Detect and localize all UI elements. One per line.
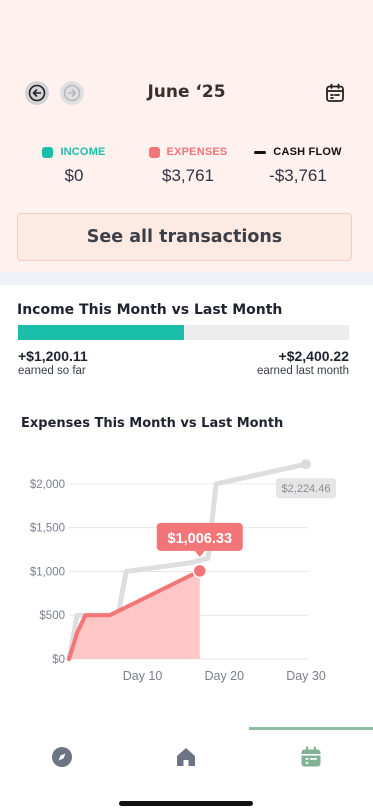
y-tick-label: $2,000 bbox=[30, 479, 65, 491]
cash-flow-stat[interactable]: CASH FLOW -$3,761 bbox=[246, 144, 350, 186]
series-end-label-this-month: $1,006.33 bbox=[168, 531, 233, 547]
calendar-button[interactable] bbox=[324, 82, 346, 104]
summary-panel: June ‘25 INCOME $0 EXPENSES $3,761 CASH … bbox=[0, 0, 373, 272]
x-tick-label: Day 10 bbox=[123, 669, 163, 683]
series-end-point-this-month bbox=[192, 563, 208, 579]
arrow-left-icon bbox=[28, 84, 46, 102]
income-compare-title: Income This Month vs Last Month bbox=[17, 302, 283, 318]
cash-flow-value: -$3,761 bbox=[269, 166, 327, 185]
previous-month-button[interactable] bbox=[25, 81, 49, 105]
x-tick-label: Day 30 bbox=[286, 669, 326, 683]
y-tick-label: $1,000 bbox=[30, 566, 65, 578]
income-stat[interactable]: INCOME $0 bbox=[22, 144, 126, 186]
income-value: $0 bbox=[64, 166, 84, 185]
tab-explore[interactable] bbox=[49, 744, 75, 770]
y-tick-label: $0 bbox=[52, 654, 65, 666]
calendar-icon bbox=[326, 83, 344, 102]
y-tick-label: $1,500 bbox=[30, 523, 65, 535]
series-end-badge-pointer bbox=[194, 550, 205, 557]
expenses-legend-swatch bbox=[148, 146, 160, 158]
income-label: INCOME bbox=[60, 146, 106, 158]
y-tick-label: $500 bbox=[39, 610, 65, 622]
see-all-transactions-button[interactable]: See all transactions bbox=[17, 213, 352, 261]
series-end-point-last-month bbox=[301, 459, 311, 470]
arrow-right-icon bbox=[63, 84, 81, 102]
x-tick-label: Day 20 bbox=[204, 669, 244, 683]
income-progress-fill bbox=[18, 325, 184, 340]
tab-calendar[interactable] bbox=[298, 744, 324, 770]
expenses-value: $3,761 bbox=[162, 166, 214, 185]
cash-flow-legend-swatch bbox=[254, 150, 267, 154]
income-legend-swatch bbox=[42, 146, 54, 158]
compass-icon bbox=[52, 747, 72, 767]
income-this-month-caption: earned so far bbox=[18, 365, 86, 377]
expenses-stat[interactable]: EXPENSES $3,761 bbox=[136, 144, 240, 186]
next-month-button[interactable] bbox=[60, 81, 84, 105]
income-last-month-amount: +$2,400.22 bbox=[278, 348, 349, 364]
active-tab-indicator bbox=[249, 727, 373, 730]
income-this-month-amount: +$1,200.11 bbox=[18, 348, 88, 364]
series-end-label-last-month: $2,224.46 bbox=[282, 483, 331, 495]
cash-flow-label: CASH FLOW bbox=[273, 146, 342, 158]
home-icon bbox=[177, 748, 195, 766]
expenses-chart: $0 $500 $1,000 $1,500 $2,000 Day 10 Day 20 Day … bbox=[30, 459, 336, 683]
calendar-icon bbox=[301, 746, 321, 767]
expenses-label: EXPENSES bbox=[166, 146, 228, 158]
income-last-month-caption: earned last month bbox=[256, 365, 349, 377]
income-progress-track bbox=[18, 325, 349, 340]
expenses-compare-title: Expenses This Month vs Last Month bbox=[21, 416, 284, 431]
section-divider bbox=[0, 272, 373, 285]
month-title: June ‘25 bbox=[147, 82, 226, 102]
tab-home[interactable] bbox=[173, 744, 199, 770]
home-indicator bbox=[119, 801, 253, 806]
